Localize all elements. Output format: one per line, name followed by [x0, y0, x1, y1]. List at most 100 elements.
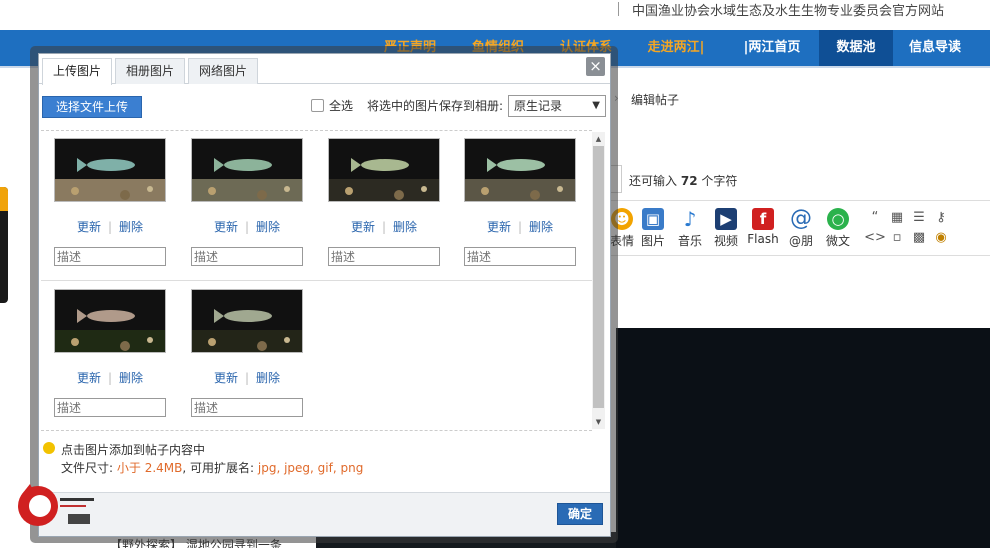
tab-upload-image[interactable]: 上传图片 — [42, 58, 113, 85]
update-link[interactable]: 更新 — [214, 371, 238, 385]
file-requirements: 文件尺寸: 小于 2.4MB, 可用扩展名: jpg, jpeg, gif, p… — [61, 459, 363, 476]
photo-description-input[interactable] — [191, 247, 303, 266]
delete-link[interactable]: 删除 — [393, 220, 417, 234]
music-icon: ♪ — [683, 207, 697, 231]
header-divider — [618, 2, 619, 16]
delete-link[interactable]: 删除 — [119, 371, 143, 385]
tool-image[interactable]: ▣ 图片 — [633, 208, 673, 249]
photo-image — [465, 139, 575, 201]
tool-label: 微文 — [825, 234, 850, 248]
gallery-row-divider — [41, 280, 592, 281]
flash-icon: f — [752, 208, 774, 230]
char-remaining-prefix: 还可输入 — [629, 174, 678, 188]
photo-item: 更新 | 删除 — [464, 138, 576, 266]
scrollbar-thumb[interactable] — [593, 146, 604, 408]
photo-thumbnail[interactable] — [191, 138, 303, 202]
update-link[interactable]: 更新 — [214, 220, 238, 234]
tool-mention[interactable]: @ @朋 — [781, 208, 821, 249]
char-remaining-suffix: 个字符 — [701, 174, 738, 188]
site-slogan: 中国渔业协会水域生态及水生生物专业委员会官方网站 — [632, 4, 945, 19]
list-icon[interactable]: ☰ — [908, 208, 930, 228]
tool-label: 视频 — [713, 234, 738, 248]
key-icon[interactable]: ⚷ — [930, 208, 952, 228]
album-select[interactable]: 原生记录 ▼ — [508, 95, 606, 117]
update-link[interactable]: 更新 — [77, 371, 101, 385]
photo-thumbnail[interactable] — [54, 289, 166, 353]
photo-image — [192, 139, 302, 201]
quote-icon[interactable]: “ — [864, 208, 886, 228]
video-icon: ▶ — [715, 208, 737, 230]
editor-content-area[interactable] — [616, 256, 990, 328]
at-icon: @ — [790, 206, 812, 231]
tool-label: 音乐 — [677, 234, 702, 248]
album-select-value: 原生记录 — [514, 99, 563, 113]
delete-link[interactable]: 删除 — [256, 220, 280, 234]
photo-description-input[interactable] — [191, 398, 303, 417]
char-remaining-count: 72 — [680, 174, 698, 188]
chevron-down-icon: ▼ — [592, 100, 600, 111]
dialog-tabs: 上传图片 相册图片 网络图片 × — [39, 54, 610, 85]
delete-link[interactable]: 删除 — [119, 220, 143, 234]
save-to-album-label: 将选中的图片保存到相册: — [367, 99, 504, 113]
scroll-up-icon[interactable]: ▲ — [592, 132, 605, 146]
update-link[interactable]: 更新 — [77, 220, 101, 234]
size-prefix: 文件尺寸: — [61, 461, 114, 475]
copy-icon[interactable]: ▫ — [886, 228, 908, 248]
photo-item: 更新 | 删除 — [328, 138, 440, 266]
nav-item-home[interactable]: |两江首页 — [730, 30, 814, 66]
size-limit: 小于 2.4MB — [116, 461, 183, 475]
photo-item: 更新 | 删除 — [191, 138, 303, 266]
tool-flash[interactable]: f Flash — [743, 208, 783, 246]
photo-description-input[interactable] — [464, 247, 576, 266]
photo-image — [329, 139, 439, 201]
tool-wechat[interactable]: ○ 微文 — [818, 208, 858, 249]
site-logo — [18, 484, 94, 526]
photo-thumbnail[interactable] — [464, 138, 576, 202]
char-remaining: 还可输入 72 个字符 — [629, 172, 737, 189]
photo-image — [192, 290, 302, 352]
background-icon[interactable]: ◉ — [930, 228, 952, 248]
lightbulb-icon — [43, 442, 55, 454]
update-link[interactable]: 更新 — [487, 220, 511, 234]
photo-thumbnail[interactable] — [191, 289, 303, 353]
update-link[interactable]: 更新 — [351, 220, 375, 234]
photo-gallery: 更新|删除 更新|删除 更新|删除 更新|删除 更新|删除 更新|删除 — [41, 130, 592, 431]
delete-link[interactable]: 删除 — [529, 220, 553, 234]
tool-label: Flash — [747, 232, 779, 246]
nav-item-guide[interactable]: 信息导读 — [895, 30, 975, 66]
content-photo — [616, 328, 990, 548]
ext-prefix: , 可用扩展名: — [182, 461, 255, 475]
extra-tools: “▦ ☰ ⚷ <> ▫ ▩ ◉ — [864, 208, 964, 248]
wechat-icon: ○ — [827, 208, 849, 230]
nav-item-about[interactable]: 走进两江| — [634, 30, 718, 66]
photo-thumbnail[interactable] — [328, 138, 440, 202]
breadcrumb-current: 编辑帖子 — [631, 93, 680, 107]
tool-music[interactable]: ♪ 音乐 — [670, 208, 710, 249]
confirm-button[interactable]: 确定 — [557, 503, 603, 525]
tool-video[interactable]: ▶ 视频 — [706, 208, 746, 249]
photo-description-input[interactable] — [54, 247, 166, 266]
nav-item-datapool[interactable]: 数据池 — [819, 30, 893, 66]
photo-thumbnail[interactable] — [54, 138, 166, 202]
close-icon[interactable]: × — [586, 57, 605, 76]
delete-link[interactable]: 删除 — [256, 371, 280, 385]
image-icon: ▣ — [642, 208, 664, 230]
tab-album-image[interactable]: 相册图片 — [115, 58, 186, 84]
scroll-down-icon[interactable]: ▼ — [592, 415, 605, 429]
insert-tip: 点击图片添加到帖子内容中 — [61, 443, 206, 457]
tab-web-image[interactable]: 网络图片 — [188, 58, 259, 84]
choose-file-button[interactable]: 选择文件上传 — [42, 96, 142, 118]
photo-image — [55, 290, 165, 352]
image-upload-dialog: 上传图片 相册图片 网络图片 × 选择文件上传 全选 将选中的图片保存到相册: … — [38, 53, 611, 537]
table-icon[interactable]: ▩ — [908, 228, 930, 248]
lock-icon[interactable]: ▦ — [886, 208, 908, 228]
photo-description-input[interactable] — [54, 398, 166, 417]
select-all-checkbox[interactable] — [311, 99, 324, 112]
photo-description-input[interactable] — [328, 247, 440, 266]
code-icon[interactable]: <> — [864, 228, 886, 248]
tool-label: @朋 — [788, 234, 813, 248]
photo-item: 更新 | 删除 — [191, 289, 303, 417]
gallery-scrollbar[interactable]: ▲ ▼ — [592, 132, 605, 429]
photo-image — [55, 139, 165, 201]
dialog-footer: 确定 — [39, 492, 610, 536]
